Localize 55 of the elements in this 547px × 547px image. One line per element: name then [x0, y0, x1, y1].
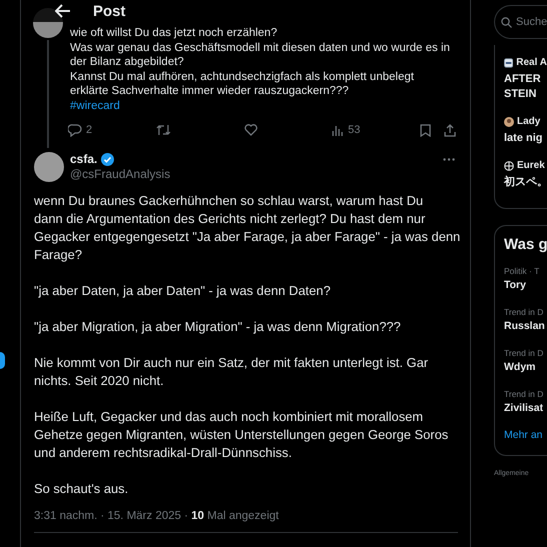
news-headline[interactable]: late nig: [504, 131, 547, 146]
heart-icon[interactable]: [244, 124, 258, 136]
search-icon: [501, 17, 512, 28]
more-icon[interactable]: [443, 158, 455, 160]
avatar-icon: [504, 116, 514, 126]
trend-category: Trend in D: [504, 388, 544, 401]
repost-icon[interactable]: [156, 124, 171, 136]
trend-category: Trend in D: [504, 306, 544, 319]
trend-category: Trend in D: [504, 347, 544, 360]
count-label: 2: [86, 123, 92, 138]
hashtag-link[interactable]: #wirecard: [70, 100, 120, 112]
share-icon[interactable]: [444, 124, 456, 137]
globe-icon: [504, 160, 514, 170]
trends-title: Was g: [504, 236, 547, 253]
post-timestamp: 3:31 nachm. · 15. März 2025 · 10 Mal angezeigt: [34, 510, 458, 532]
avatar: [34, 152, 64, 182]
post-text-line: Farage?: [34, 246, 84, 264]
post-text-line: "ja aber Migration, ja aber Migration" - ja was denn Migration???: [34, 318, 402, 336]
reply-icon[interactable]: [68, 124, 82, 137]
logo-icon: [504, 58, 514, 68]
back-arrow-icon[interactable]: [55, 4, 71, 18]
post-text-line: Gehetze gegen Migranten, wüsten Unterstellungen gegen George Soros: [34, 426, 450, 444]
post-text-line: So schaut's aus.: [34, 480, 130, 498]
post-text-line: erklärte Sachverhalte immer wieder rauszugackern???: [70, 84, 350, 98]
author-handle[interactable]: @csFraudAnalysis: [70, 166, 170, 182]
search-field[interactable]: Suche: [494, 5, 547, 39]
post-text-line: und anderem rechtsradikal-Drall-Dünnschiss.: [34, 444, 293, 462]
post-text-line: Nie kommt von Dir auch nur ein Satz, der mit fakten unterlegt ist. Gar: [34, 354, 430, 372]
news-source[interactable]: Lady: [517, 116, 540, 127]
trend-name[interactable]: Russlan: [504, 319, 547, 333]
author-name[interactable]: csfa.: [70, 152, 98, 166]
trend-name[interactable]: Tory: [504, 278, 547, 292]
post-text-line: wie oft willst Du das jetzt noch erzählen?: [70, 26, 278, 40]
show-more-link[interactable]: Mehr an: [504, 429, 547, 441]
bar-chart-icon[interactable]: [332, 124, 344, 136]
post-text-line: dann die Argumentation des Gerichts nicht zerlegt? Du hast dem nur: [34, 210, 426, 228]
trend-category: Politik · T: [504, 265, 540, 278]
count-label: 53: [348, 123, 360, 138]
trend-name[interactable]: Zivilisat: [504, 401, 547, 415]
bookmark-icon[interactable]: [420, 124, 431, 137]
news-headline[interactable]: AFTER: [504, 72, 547, 87]
post-text-line: der Bilanz abgebildet?: [70, 55, 185, 70]
post-text-line: wenn Du braunes Gackerhühnchen so schlau warst, warum hast Du: [34, 192, 424, 210]
post-text-line: Gegacker entgegengesetzt "Ja aber Farage, ja aber Farage" - ja was denn: [34, 228, 458, 246]
news-headline[interactable]: STEIN: [504, 87, 547, 102]
news-source[interactable]: Eurek: [517, 160, 545, 171]
post-text-line: nichts. Seit 2020 nicht.: [34, 372, 165, 390]
post-text-line: Heiße Luft, Gegacker und das auch noch kombiniert mit morallosem: [34, 408, 424, 426]
post-text-line: "ja aber Daten, ja aber Daten" - ja was denn Daten?: [34, 282, 332, 300]
news-headline[interactable]: 初スペ。: [504, 175, 547, 190]
post-text-line: Kannst Du mal aufhören, achtundsechzigfach als komplett unbelegt: [70, 70, 415, 84]
page-title: Post: [93, 2, 126, 20]
post-text-line: Was war genau das Geschäftsmodell mit diesen daten und wo wurde es in: [70, 40, 451, 55]
news-source[interactable]: Real A: [516, 57, 547, 68]
trend-name[interactable]: Wdym: [504, 360, 547, 374]
